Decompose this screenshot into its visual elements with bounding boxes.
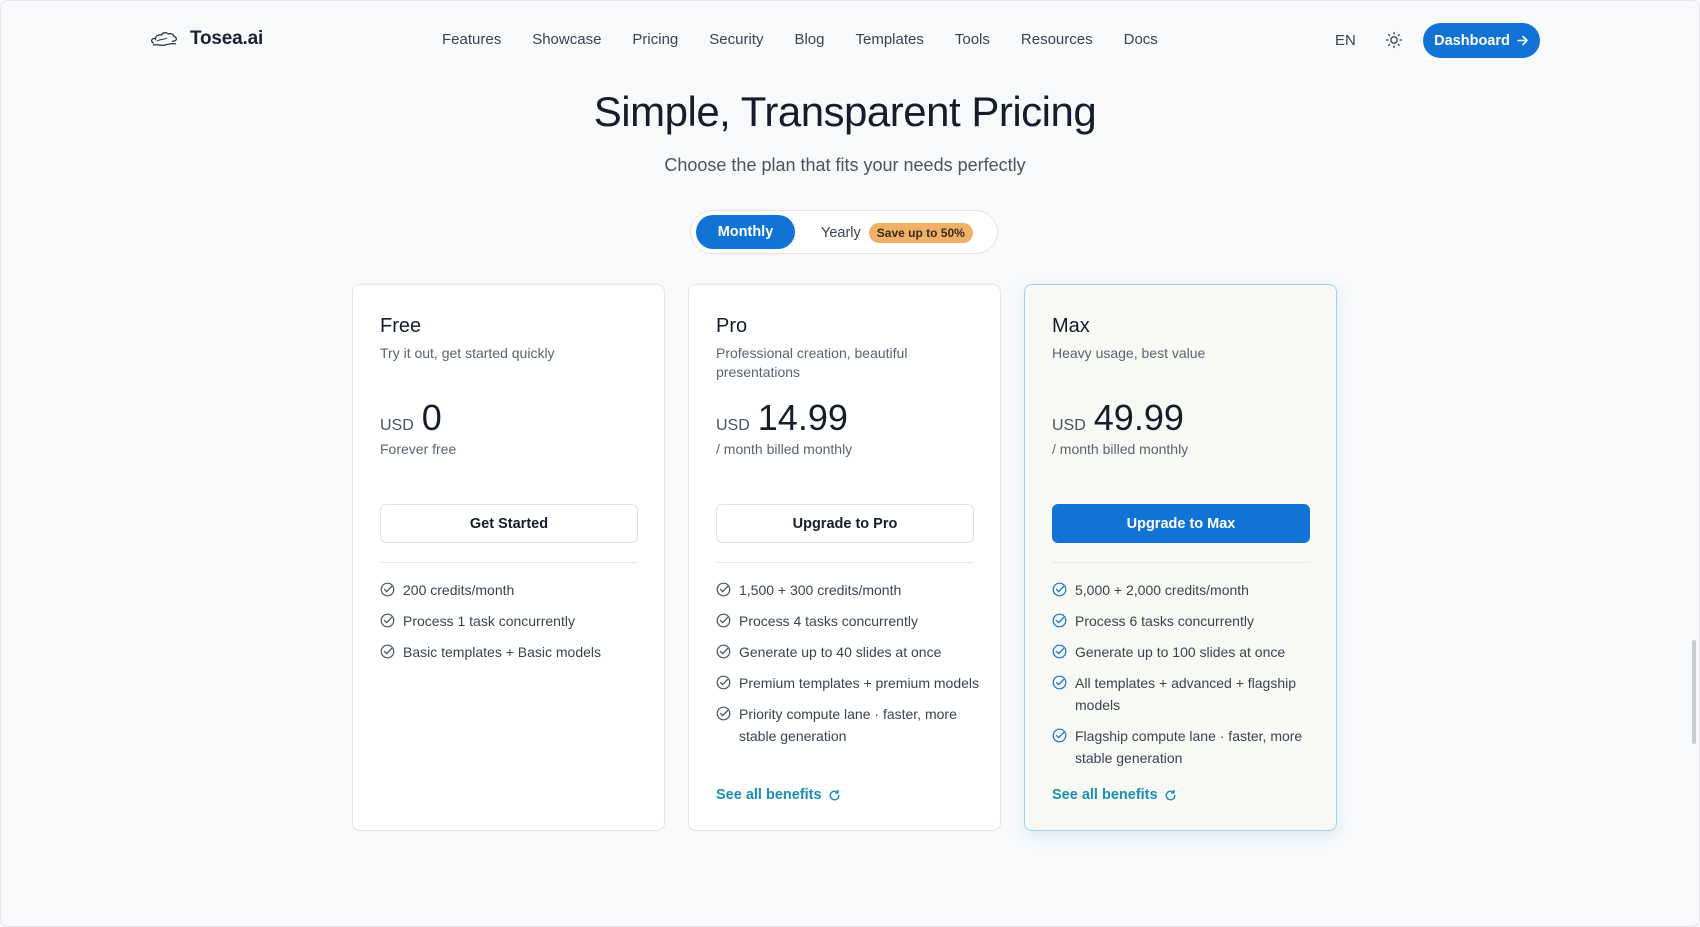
billing-period-toggle: Monthly Yearly Save up to 50% [690, 210, 998, 254]
dashboard-label: Dashboard [1434, 32, 1510, 49]
check-circle-icon [380, 582, 395, 597]
price-currency: USD [1052, 417, 1086, 434]
check-circle-icon [716, 613, 731, 628]
plan-name: Free [380, 315, 422, 337]
monthly-option[interactable]: Monthly [696, 215, 795, 249]
feature-item: Process 4 tasks concurrently [716, 610, 986, 632]
feature-item: Premium templates + premium models [716, 672, 986, 694]
nav-templates[interactable]: Templates [856, 31, 924, 48]
refresh-icon [1165, 789, 1176, 800]
plan-price: USD 14.99 [716, 397, 848, 439]
divider [1052, 562, 1310, 563]
sun-icon[interactable] [1385, 31, 1403, 49]
plan-description: Heavy usage, best value [1052, 345, 1206, 361]
price-amount: 49.99 [1093, 397, 1184, 438]
feature-list: 5,000 + 2,000 credits/month Process 6 ta… [1052, 579, 1322, 778]
nav-security[interactable]: Security [709, 31, 763, 48]
check-circle-icon [716, 582, 731, 597]
see-all-benefits-link[interactable]: See all benefits [1052, 787, 1177, 803]
feature-item: 200 credits/month [380, 579, 650, 601]
billing-note: / month billed monthly [1052, 441, 1189, 457]
feature-item: 5,000 + 2,000 credits/month [1052, 579, 1322, 601]
check-circle-icon [380, 613, 395, 628]
brand-logo[interactable]: Tosea.ai [150, 28, 263, 50]
check-circle-icon [716, 706, 731, 721]
nav-docs[interactable]: Docs [1124, 31, 1158, 48]
feature-item: Generate up to 40 slides at once [716, 641, 986, 663]
check-circle-icon [1052, 675, 1067, 690]
price-currency: USD [716, 417, 750, 434]
billing-note: / month billed monthly [716, 441, 853, 457]
plan-card-free: Free Try it out, get started quickly USD… [352, 284, 665, 831]
feature-item: Process 1 task concurrently [380, 610, 650, 632]
check-circle-icon [380, 644, 395, 659]
upgrade-to-pro-button[interactable]: Upgrade to Pro [716, 504, 974, 543]
feature-item: Flagship compute lane · faster, more sta… [1052, 725, 1322, 769]
get-started-button[interactable]: Get Started [380, 504, 638, 543]
feature-list: 200 credits/month Process 1 task concurr… [380, 579, 650, 672]
nav-tools[interactable]: Tools [955, 31, 990, 48]
top-header: Tosea.ai Features Showcase Pricing Secur… [0, 0, 1700, 82]
page-subtitle: Choose the plan that fits your needs per… [664, 155, 1026, 175]
plan-card-pro: Pro Professional creation, beautiful pre… [688, 284, 1001, 831]
cloud-logo-icon [150, 32, 178, 46]
upgrade-to-max-button[interactable]: Upgrade to Max [1052, 504, 1310, 543]
nav-resources[interactable]: Resources [1021, 31, 1093, 48]
nav-features[interactable]: Features [442, 31, 501, 48]
check-circle-icon [716, 644, 731, 659]
divider [380, 562, 638, 563]
plan-description: Professional creation, beautiful present… [716, 345, 908, 380]
billing-note: Forever free [380, 441, 457, 457]
feature-item: Process 6 tasks concurrently [1052, 610, 1322, 632]
check-circle-icon [1052, 582, 1067, 597]
nav-pricing[interactable]: Pricing [632, 31, 678, 48]
plan-price: USD 0 [380, 397, 442, 439]
yearly-label: Yearly [821, 225, 861, 241]
feature-item: All templates + advanced + flagship mode… [1052, 672, 1322, 716]
feature-item: Basic templates + Basic models [380, 641, 650, 663]
plan-card-max: Max Heavy usage, best value USD 49.99 / … [1024, 284, 1337, 831]
feature-item: 1,500 + 300 credits/month [716, 579, 986, 601]
save-badge: Save up to 50% [868, 223, 973, 243]
main-nav: Features Showcase Pricing Security Blog … [442, 31, 1189, 48]
price-amount: 0 [421, 397, 442, 438]
check-circle-icon [716, 675, 731, 690]
check-circle-icon [1052, 644, 1067, 659]
check-circle-icon [1052, 728, 1067, 743]
brand-name: Tosea.ai [190, 28, 264, 49]
price-currency: USD [380, 417, 414, 434]
page-scrollbar[interactable] [1692, 640, 1696, 744]
price-amount: 14.99 [757, 397, 848, 438]
plan-name: Max [1052, 315, 1090, 337]
nav-showcase[interactable]: Showcase [532, 31, 601, 48]
plan-description: Try it out, get started quickly [380, 345, 555, 361]
page-title: Simple, Transparent Pricing [593, 88, 1097, 135]
language-switcher[interactable]: EN [1335, 32, 1356, 49]
arrow-right-icon [1517, 35, 1528, 46]
divider [716, 562, 974, 563]
nav-blog[interactable]: Blog [794, 31, 824, 48]
feature-item: Generate up to 100 slides at once [1052, 641, 1322, 663]
plan-price: USD 49.99 [1052, 397, 1184, 439]
see-all-benefits-link[interactable]: See all benefits [716, 787, 841, 803]
refresh-icon [829, 789, 840, 800]
plan-name: Pro [716, 315, 748, 337]
dashboard-button[interactable]: Dashboard [1423, 23, 1540, 58]
feature-item: Priority compute lane · faster, more sta… [716, 703, 986, 747]
check-circle-icon [1052, 613, 1067, 628]
feature-list: 1,500 + 300 credits/month Process 4 task… [716, 579, 986, 756]
yearly-option[interactable]: Yearly Save up to 50% [821, 223, 973, 243]
